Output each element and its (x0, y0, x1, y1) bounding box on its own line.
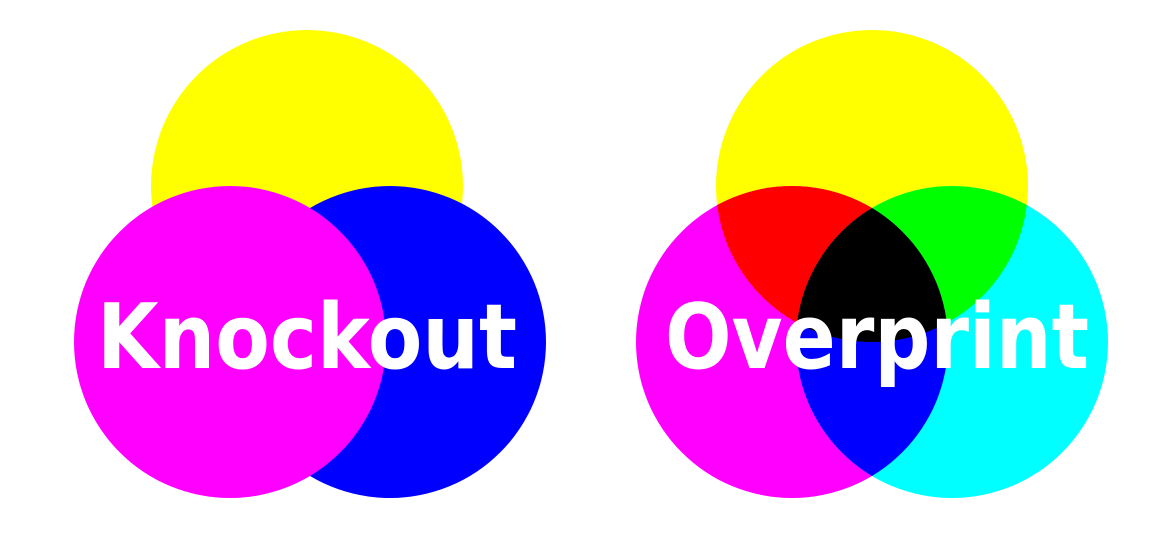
knockout-group: Knockout (74, 30, 546, 498)
overprint-group: Overprint (636, 30, 1108, 498)
overprint-label: Overprint (665, 285, 1089, 390)
knockout-vs-overprint-diagram: Knockout Overprint (74, 30, 1108, 498)
knockout-label: Knockout (97, 285, 517, 390)
